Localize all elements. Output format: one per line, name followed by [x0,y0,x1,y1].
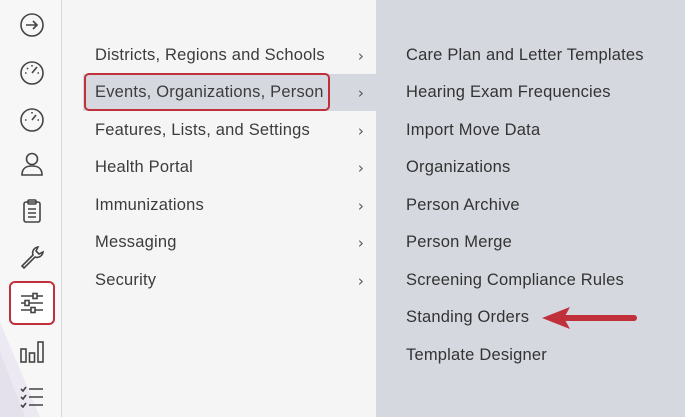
submenu-item-hearing-exam[interactable]: Hearing Exam Frequencies [406,77,611,107]
submenu-panel: Care Plan and Letter Templates Hearing E… [376,0,685,417]
menu-item-immunizations[interactable]: Immunizations › [83,187,376,224]
menu-item-label: Districts, Regions and Schools [95,46,325,64]
chevron-right-icon: › [357,196,365,215]
annotation-highlight-box [84,73,330,111]
chevron-right-icon: › [357,233,365,252]
chevron-right-icon: › [357,271,365,290]
settings-menu: Districts, Regions and Schools › Events,… [63,0,376,417]
menu-item-label: Features, Lists, and Settings [95,121,310,139]
icon-rail [0,0,62,417]
menu-item-features[interactable]: Features, Lists, and Settings › [83,112,376,149]
submenu-item-screening-compliance[interactable]: Screening Compliance Rules [406,265,624,295]
checklist-icon[interactable] [10,374,54,417]
submenu-item-person-archive[interactable]: Person Archive [406,190,520,220]
gauge-icon[interactable] [10,50,54,94]
chevron-right-icon: › [357,46,365,65]
chevron-right-icon: › [357,121,365,140]
arrow-circle-right-icon[interactable] [10,3,54,47]
person-icon[interactable] [10,142,54,186]
submenu-item-person-merge[interactable]: Person Merge [406,227,512,257]
menu-item-health-portal[interactable]: Health Portal › [83,149,376,186]
chevron-right-icon: › [357,83,365,102]
submenu-item-import-move[interactable]: Import Move Data [406,115,540,145]
sliders-icon[interactable] [9,281,55,325]
submenu-item-care-plan[interactable]: Care Plan and Letter Templates [406,40,644,70]
dashboard-gauge-icon[interactable] [10,97,54,141]
clipboard-icon[interactable] [10,189,54,233]
menu-item-label: Security [95,271,157,289]
annotation-arrow-icon [542,307,637,329]
chevron-right-icon: › [357,158,365,177]
bar-chart-icon[interactable] [10,329,54,373]
menu-item-security[interactable]: Security › [83,262,376,299]
menu-item-label: Health Portal [95,158,193,176]
submenu-item-organizations[interactable]: Organizations [406,152,510,182]
wrench-icon[interactable] [10,236,54,280]
menu-item-districts[interactable]: Districts, Regions and Schools › [83,37,376,74]
submenu-item-template-designer[interactable]: Template Designer [406,340,547,370]
submenu-item-standing-orders[interactable]: Standing Orders [406,302,529,332]
menu-item-label: Messaging [95,233,177,251]
menu-item-label: Immunizations [95,196,204,214]
menu-item-messaging[interactable]: Messaging › [83,224,376,261]
